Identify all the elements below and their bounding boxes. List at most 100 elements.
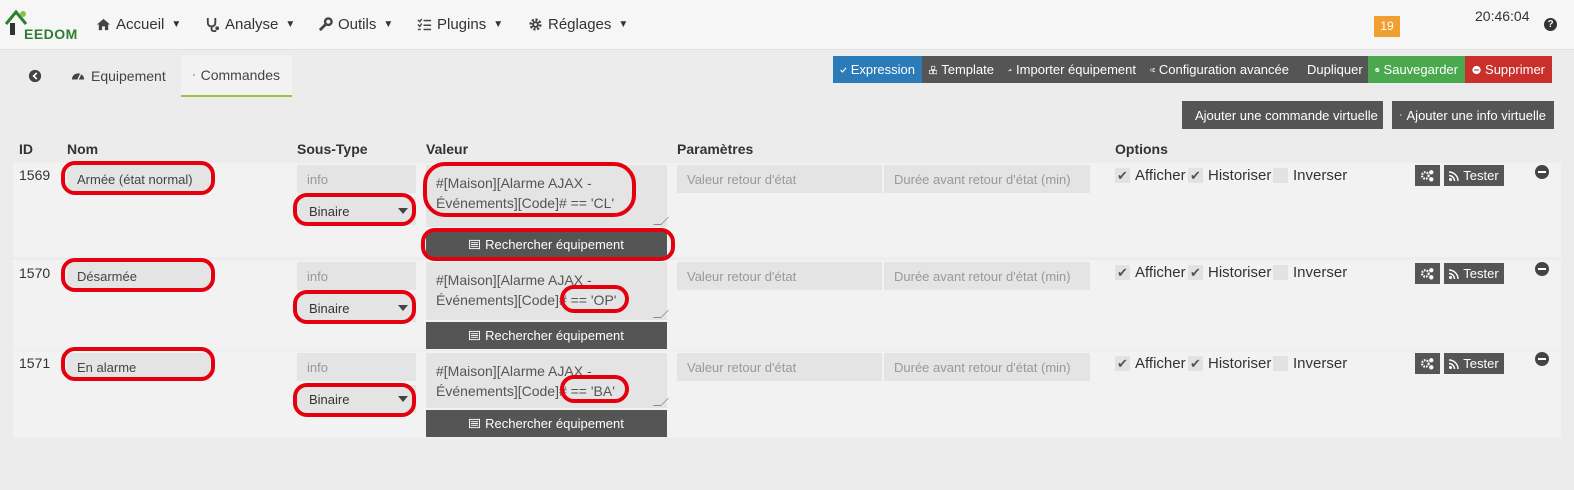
- top-navbar: EEDOM Accueil ▼ Analyse ▼ Outils ▼ Plugins ▼…: [0, 0, 1574, 50]
- advanced-config-button[interactable]: Configuration avancée: [1143, 56, 1296, 83]
- checkbox-checked-icon[interactable]: ✔: [1115, 356, 1130, 371]
- option-history[interactable]: ✔ Historiser: [1188, 355, 1271, 372]
- name-input[interactable]: Armée (état normal): [67, 165, 210, 193]
- duplicate-label: Dupliquer: [1307, 62, 1363, 77]
- name-input[interactable]: Désarmée: [67, 262, 210, 290]
- advanced-config-row-button[interactable]: [1415, 263, 1440, 284]
- option-show-label: Afficher: [1135, 355, 1186, 372]
- remove-row-icon[interactable]: [1535, 165, 1549, 179]
- value-textarea[interactable]: #[Maison][Alarme AJAX - Événements][Code…: [426, 165, 669, 227]
- check-icon: [840, 66, 847, 73]
- add-virtual-info-button[interactable]: Ajouter une info virtuelle: [1392, 101, 1554, 129]
- list-icon: [193, 74, 195, 76]
- search-equipment-button[interactable]: Rechercher équipement: [426, 322, 667, 349]
- test-button[interactable]: Tester: [1444, 263, 1504, 284]
- tab-equipement[interactable]: Equipement: [59, 55, 180, 97]
- test-label: Tester: [1463, 356, 1499, 371]
- subtype-select[interactable]: Binaire: [297, 385, 416, 413]
- return-value-input[interactable]: Valeur retour d'état: [677, 262, 882, 290]
- checkbox-checked-icon[interactable]: ✔: [1188, 265, 1203, 280]
- menu-reglages[interactable]: Réglages ▼: [528, 16, 628, 33]
- option-history[interactable]: ✔ Historiser: [1188, 264, 1271, 281]
- delete-button[interactable]: Supprimer: [1465, 56, 1552, 83]
- name-input[interactable]: En alarme: [67, 353, 210, 381]
- logo-text: EEDOM: [24, 26, 78, 42]
- import-equipment-button[interactable]: Importer équipement: [1001, 56, 1143, 83]
- type-input[interactable]: info: [297, 353, 416, 381]
- tab-back[interactable]: [13, 55, 57, 97]
- duplicate-button[interactable]: Dupliquer: [1296, 56, 1368, 83]
- save-button[interactable]: Sauvegarder: [1368, 56, 1465, 83]
- option-history[interactable]: ✔ Historiser: [1188, 167, 1271, 184]
- menu-outils-label: Outils: [338, 16, 377, 33]
- value-textarea[interactable]: #[Maison][Alarme AJAX - Événements][Code…: [426, 353, 669, 408]
- search-equipment-label: Rechercher équipement: [485, 237, 624, 252]
- return-delay-input[interactable]: Durée avant retour d'état (min): [884, 165, 1090, 193]
- test-button[interactable]: Tester: [1444, 353, 1504, 374]
- save-label: Sauvegarder: [1383, 62, 1458, 77]
- subtype-select[interactable]: Binaire: [297, 197, 416, 225]
- value-line-1: #[Maison][Alarme AJAX -: [436, 175, 592, 191]
- help-icon[interactable]: ?: [1544, 18, 1557, 31]
- checkbox-empty-icon[interactable]: [1273, 265, 1288, 280]
- search-equipment-label: Rechercher équipement: [485, 416, 624, 431]
- option-show[interactable]: ✔ Afficher: [1115, 167, 1186, 184]
- checkbox-checked-icon[interactable]: ✔: [1115, 168, 1130, 183]
- checkbox-empty-icon[interactable]: [1273, 356, 1288, 371]
- search-equipment-button[interactable]: Rechercher équipement: [426, 410, 667, 437]
- type-input[interactable]: info: [297, 262, 416, 290]
- type-input[interactable]: info: [297, 165, 416, 193]
- remove-row-icon[interactable]: [1535, 262, 1549, 276]
- jeedom-logo[interactable]: EEDOM: [4, 4, 78, 42]
- list-icon: [469, 330, 481, 341]
- value-line-2: Événements][Code]# == 'BA': [436, 383, 615, 399]
- expression-button[interactable]: Expression: [833, 56, 922, 83]
- delete-label: Supprimer: [1485, 62, 1545, 77]
- option-invert-label: Inverser: [1293, 264, 1348, 281]
- return-value-input[interactable]: Valeur retour d'état: [677, 353, 882, 381]
- checkbox-checked-icon[interactable]: ✔: [1115, 265, 1130, 280]
- advanced-config-row-button[interactable]: [1415, 165, 1440, 186]
- menu-plugins[interactable]: Plugins ▼: [417, 16, 503, 33]
- action-toolbar: Expression Template Importer équipement …: [833, 56, 1552, 83]
- template-label: Template: [941, 62, 994, 77]
- option-show[interactable]: ✔ Afficher: [1115, 355, 1186, 372]
- checkbox-empty-icon[interactable]: [1273, 168, 1288, 183]
- option-invert[interactable]: Inverser: [1273, 167, 1347, 184]
- return-value-input[interactable]: Valeur retour d'état: [677, 165, 882, 193]
- checkbox-checked-icon[interactable]: ✔: [1188, 168, 1203, 183]
- caret-down-icon: ▼: [171, 19, 182, 30]
- search-equipment-button[interactable]: Rechercher équipement: [426, 231, 667, 258]
- test-button[interactable]: Tester: [1444, 165, 1504, 186]
- add-virtual-info-label: Ajouter une info virtuelle: [1406, 107, 1546, 123]
- cogs-icon: [1421, 268, 1434, 280]
- subtype-select[interactable]: Binaire: [297, 294, 416, 322]
- share-icon: [1008, 68, 1012, 72]
- menu-outils[interactable]: Outils ▼: [318, 16, 393, 33]
- tasks-icon: [417, 18, 432, 31]
- return-delay-input[interactable]: Durée avant retour d'état (min): [884, 353, 1090, 381]
- remove-row-icon[interactable]: [1535, 352, 1549, 366]
- menu-accueil[interactable]: Accueil ▼: [96, 16, 181, 33]
- option-show[interactable]: ✔ Afficher: [1115, 264, 1186, 281]
- menu-analyse[interactable]: Analyse ▼: [205, 16, 295, 33]
- template-button[interactable]: Template: [922, 56, 1001, 83]
- import-equipment-label: Importer équipement: [1016, 62, 1136, 77]
- option-history-label: Historiser: [1208, 167, 1272, 184]
- stethoscope-icon: [206, 17, 220, 32]
- tab-commandes[interactable]: Commandes: [181, 55, 292, 97]
- option-invert[interactable]: Inverser: [1273, 264, 1347, 281]
- test-label: Tester: [1463, 266, 1499, 281]
- resize-handle-icon[interactable]: [653, 310, 669, 318]
- value-textarea[interactable]: #[Maison][Alarme AJAX - Événements][Code…: [426, 262, 669, 320]
- menu-reglages-label: Réglages: [548, 16, 612, 33]
- return-delay-input[interactable]: Durée avant retour d'état (min): [884, 262, 1090, 290]
- add-virtual-command-button[interactable]: Ajouter une commande virtuelle: [1182, 101, 1383, 129]
- notification-badge[interactable]: 19: [1374, 16, 1400, 37]
- tab-equipement-label: Equipement: [91, 68, 166, 84]
- option-invert[interactable]: Inverser: [1273, 355, 1347, 372]
- resize-handle-icon[interactable]: [653, 217, 669, 225]
- value-line-1: #[Maison][Alarme AJAX -: [436, 272, 592, 288]
- checkbox-checked-icon[interactable]: ✔: [1188, 356, 1203, 371]
- advanced-config-row-button[interactable]: [1415, 353, 1440, 374]
